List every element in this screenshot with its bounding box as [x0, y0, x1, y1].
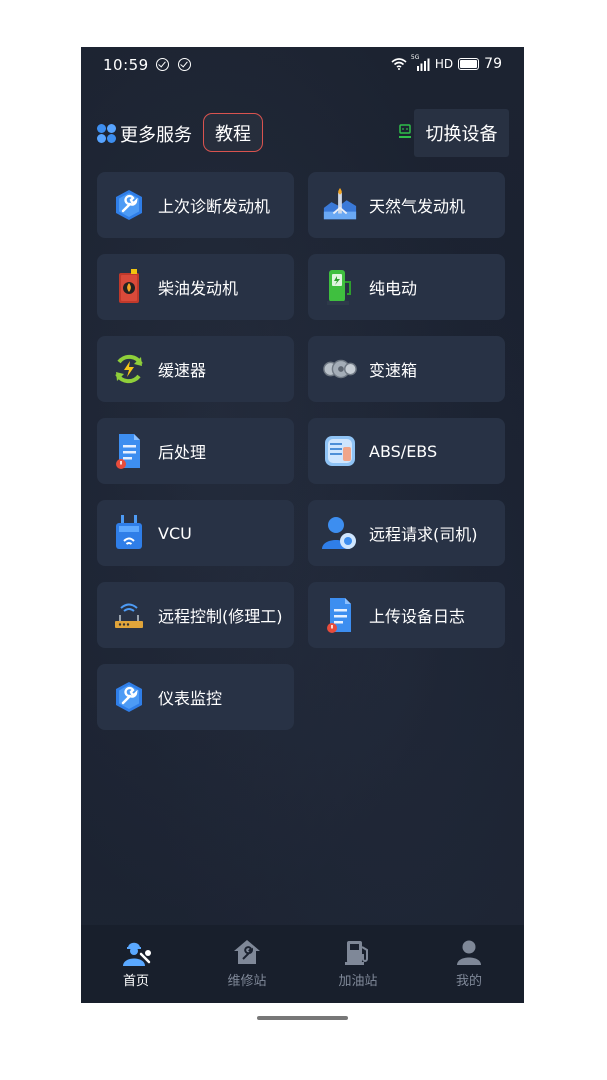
retarder-cycle-icon — [111, 351, 147, 387]
more-services-label: 更多服务 — [120, 125, 192, 146]
menu-label: 纯电动 — [369, 279, 418, 298]
menu-label: 柴油发动机 — [158, 279, 239, 298]
gearbox-icon — [322, 351, 358, 387]
vcu-router-icon — [111, 515, 147, 551]
menu-label: 缓速器 — [158, 361, 207, 380]
menu-label: 上次诊断发动机 — [158, 197, 271, 216]
driver-user-icon — [322, 515, 358, 551]
wifi-router-icon — [111, 597, 147, 633]
device-icon — [399, 124, 411, 138]
menu-abs-ebs[interactable]: ABS/EBS — [308, 418, 505, 484]
menu-label: ABS/EBS — [369, 441, 438, 461]
tab-home[interactable]: 首页 — [81, 925, 191, 1003]
switch-device-button[interactable]: 切换设备 — [414, 109, 509, 157]
battery-percent: 79 — [484, 56, 502, 72]
menu-label: 仪表监控 — [158, 689, 223, 708]
wifi-icon — [391, 58, 407, 70]
menu-diesel-engine[interactable]: 柴油发动机 — [97, 254, 294, 320]
tab-repair-station[interactable]: 维修站 — [192, 925, 302, 1003]
wrench-icon — [111, 679, 147, 715]
sync-check-icon — [178, 58, 191, 71]
diesel-can-icon — [111, 269, 147, 305]
menu-pure-electric[interactable]: 纯电动 — [308, 254, 505, 320]
abs-module-icon — [322, 433, 358, 469]
status-time: 10:59 — [103, 56, 149, 74]
document-alert-icon — [111, 433, 147, 469]
tab-label: 首页 — [122, 974, 149, 989]
signal-icon: 5G — [411, 54, 430, 71]
upload-log-icon — [322, 597, 358, 633]
menu-vcu[interactable]: VCU — [97, 500, 294, 566]
menu-remote-control-mechanic[interactable]: 远程控制(修理工) — [97, 582, 294, 648]
menu-last-diagnosis[interactable]: 上次诊断发动机 — [97, 172, 294, 238]
ev-charger-icon — [322, 269, 358, 305]
app-screen: 10:59 5G HD 79 更多服务 教程 切换设备 上次诊断发动机 天然气发… — [81, 47, 524, 1003]
menu-upload-device-log[interactable]: 上传设备日志 — [308, 582, 505, 648]
tab-label: 加油站 — [338, 974, 378, 989]
menu-gearbox[interactable]: 变速箱 — [308, 336, 505, 402]
clover-icon — [97, 124, 117, 144]
tab-profile[interactable]: 我的 — [414, 925, 524, 1003]
hd-indicator: HD — [434, 57, 454, 71]
menu-label: 变速箱 — [369, 361, 418, 380]
menu-aftertreatment[interactable]: 后处理 — [97, 418, 294, 484]
tab-gas-station[interactable]: 加油站 — [303, 925, 413, 1003]
tab-label: 我的 — [455, 974, 482, 989]
status-right: 5G HD 79 — [391, 54, 502, 72]
more-services-button[interactable]: 更多服务 — [97, 121, 192, 147]
menu-remote-request-driver[interactable]: 远程请求(司机) — [308, 500, 505, 566]
menu-label: 天然气发动机 — [369, 197, 466, 216]
gas-engine-icon — [322, 187, 358, 223]
fuel-pump-icon — [343, 937, 373, 967]
menu-label: VCU — [158, 523, 192, 543]
home-indicator[interactable] — [257, 1016, 348, 1020]
menu-natural-gas-engine[interactable]: 天然气发动机 — [308, 172, 505, 238]
sync-check-icon — [156, 58, 169, 71]
tab-label: 维修站 — [227, 974, 267, 989]
bottom-tab-bar: 首页 维修站 加油站 我的 — [81, 925, 524, 1003]
repair-station-icon — [232, 937, 262, 967]
menu-retarder[interactable]: 缓速器 — [97, 336, 294, 402]
battery-icon — [458, 58, 480, 70]
menu-instrument-monitor[interactable]: 仪表监控 — [97, 664, 294, 730]
wrench-icon — [111, 187, 147, 223]
menu-label: 远程请求(司机) — [369, 525, 478, 544]
menu-label: 后处理 — [158, 443, 207, 462]
menu-label: 上传设备日志 — [369, 607, 466, 626]
mechanic-icon — [121, 937, 151, 967]
menu-label: 远程控制(修理工) — [158, 607, 283, 626]
profile-icon — [454, 937, 484, 967]
status-bar: 10:59 5G HD 79 — [81, 47, 524, 85]
tutorial-button[interactable]: 教程 — [203, 113, 263, 152]
header-bar: 更多服务 教程 切换设备 — [81, 109, 524, 159]
